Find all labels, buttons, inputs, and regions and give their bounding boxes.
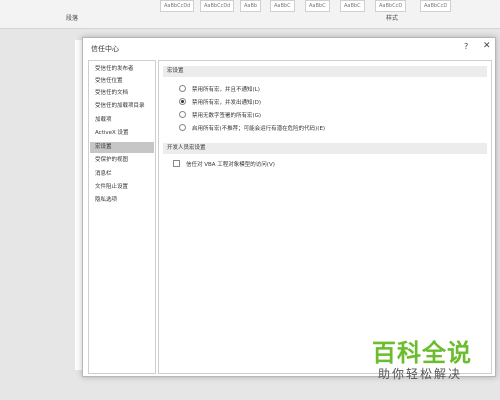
style-gallery-item[interactable]: AaBbC	[305, 0, 330, 12]
style-gallery-item[interactable]: AaBbCcD	[375, 0, 407, 12]
ribbon: 段落 样式 AaBbCcDd AaBbCcDd AaBb AaBbC AaBbC…	[0, 0, 500, 29]
style-gallery-item[interactable]: AaBbCcDd	[200, 0, 235, 12]
radio-selected-icon[interactable]	[179, 98, 186, 105]
sidebar-item-activex-settings[interactable]: ActiveX 设置	[90, 128, 154, 139]
sidebar-item-message-bar[interactable]: 消息栏	[90, 169, 154, 180]
sidebar-item-privacy-options[interactable]: 隐私选项	[90, 195, 154, 206]
sidebar-item-macro-settings[interactable]: 宏设置	[90, 142, 154, 153]
option-label: 禁用所有宏，并发出通知(D)	[192, 100, 262, 106]
radio-icon[interactable]	[179, 85, 186, 92]
styles-group-label: 样式	[386, 15, 399, 22]
option-enable-all[interactable]: 启用所有宏(不推荐；可能会运行有潜在危险的代码)(E)	[179, 124, 326, 134]
macro-settings-header: 宏设置	[163, 66, 487, 77]
sidebar-item-trusted-addin-catalogs[interactable]: 受信任的加载项目录	[90, 101, 154, 112]
option-disable-with-notify[interactable]: 禁用所有宏，并发出通知(D)	[179, 98, 262, 108]
trust-vba-label: 信任对 VBA 工程对象模型的访问(V)	[186, 162, 275, 168]
option-disable-no-notify[interactable]: 禁用所有宏，并且不通知(L)	[179, 85, 260, 95]
watermark-logo-text: 百科全说	[372, 339, 472, 367]
dialog-title: 信任中心	[91, 45, 119, 53]
style-gallery-item[interactable]: AaBb	[240, 0, 262, 12]
sidebar-item-trusted-publishers[interactable]: 受信任的发布者	[90, 64, 154, 75]
sidebar-item-addins[interactable]: 加载项	[90, 115, 154, 126]
watermark: 百科全说 助你轻松解决	[372, 340, 494, 382]
watermark-slogan: 助你轻松解决	[378, 367, 463, 381]
sidebar-item-protected-view[interactable]: 受保护的视图	[90, 155, 154, 166]
dialog-titlebar: 信任中心 ? ✕	[83, 38, 495, 58]
radio-icon[interactable]	[179, 124, 186, 131]
option-disable-unsigned[interactable]: 禁用无数字签署的所有宏(G)	[179, 111, 262, 121]
style-gallery-item[interactable]: AaBbCcDd	[160, 0, 195, 12]
trust-vba-access-option[interactable]: 信任对 VBA 工程对象模型的访问(V)	[173, 160, 275, 170]
sidebar-item-trusted-locations[interactable]: 受信任位置	[90, 76, 154, 87]
style-gallery-item[interactable]: AaBbCcD	[420, 0, 452, 12]
trust-center-dialog: 信任中心 ? ✕ 受信任的发布者 受信任位置 受信任的文档 受信任的加载项目录 …	[82, 37, 496, 377]
help-button[interactable]: ?	[464, 42, 468, 51]
option-label: 启用所有宏(不推荐；可能会运行有潜在危险的代码)(E)	[192, 126, 326, 132]
radio-icon[interactable]	[179, 111, 186, 118]
trust-center-sidebar: 受信任的发布者 受信任位置 受信任的文档 受信任的加载项目录 加载项 Activ…	[88, 60, 156, 374]
developer-settings-header: 开发人员宏设置	[163, 143, 487, 154]
option-label: 禁用无数字签署的所有宏(G)	[192, 113, 262, 119]
option-label: 禁用所有宏，并且不通知(L)	[192, 87, 260, 93]
paragraph-group-label: 段落	[66, 15, 79, 22]
style-gallery-item[interactable]: AaBbC	[270, 0, 295, 12]
style-gallery-item[interactable]: AaBbC	[340, 0, 365, 12]
checkbox-icon[interactable]	[173, 160, 180, 167]
macro-settings-panel: 宏设置 禁用所有宏，并且不通知(L) 禁用所有宏，并发出通知(D) 禁用无数字签…	[158, 60, 492, 374]
sidebar-item-trusted-documents[interactable]: 受信任的文档	[90, 88, 154, 99]
close-button[interactable]: ✕	[483, 41, 491, 51]
sidebar-item-file-block-settings[interactable]: 文件阻止设置	[90, 182, 154, 193]
